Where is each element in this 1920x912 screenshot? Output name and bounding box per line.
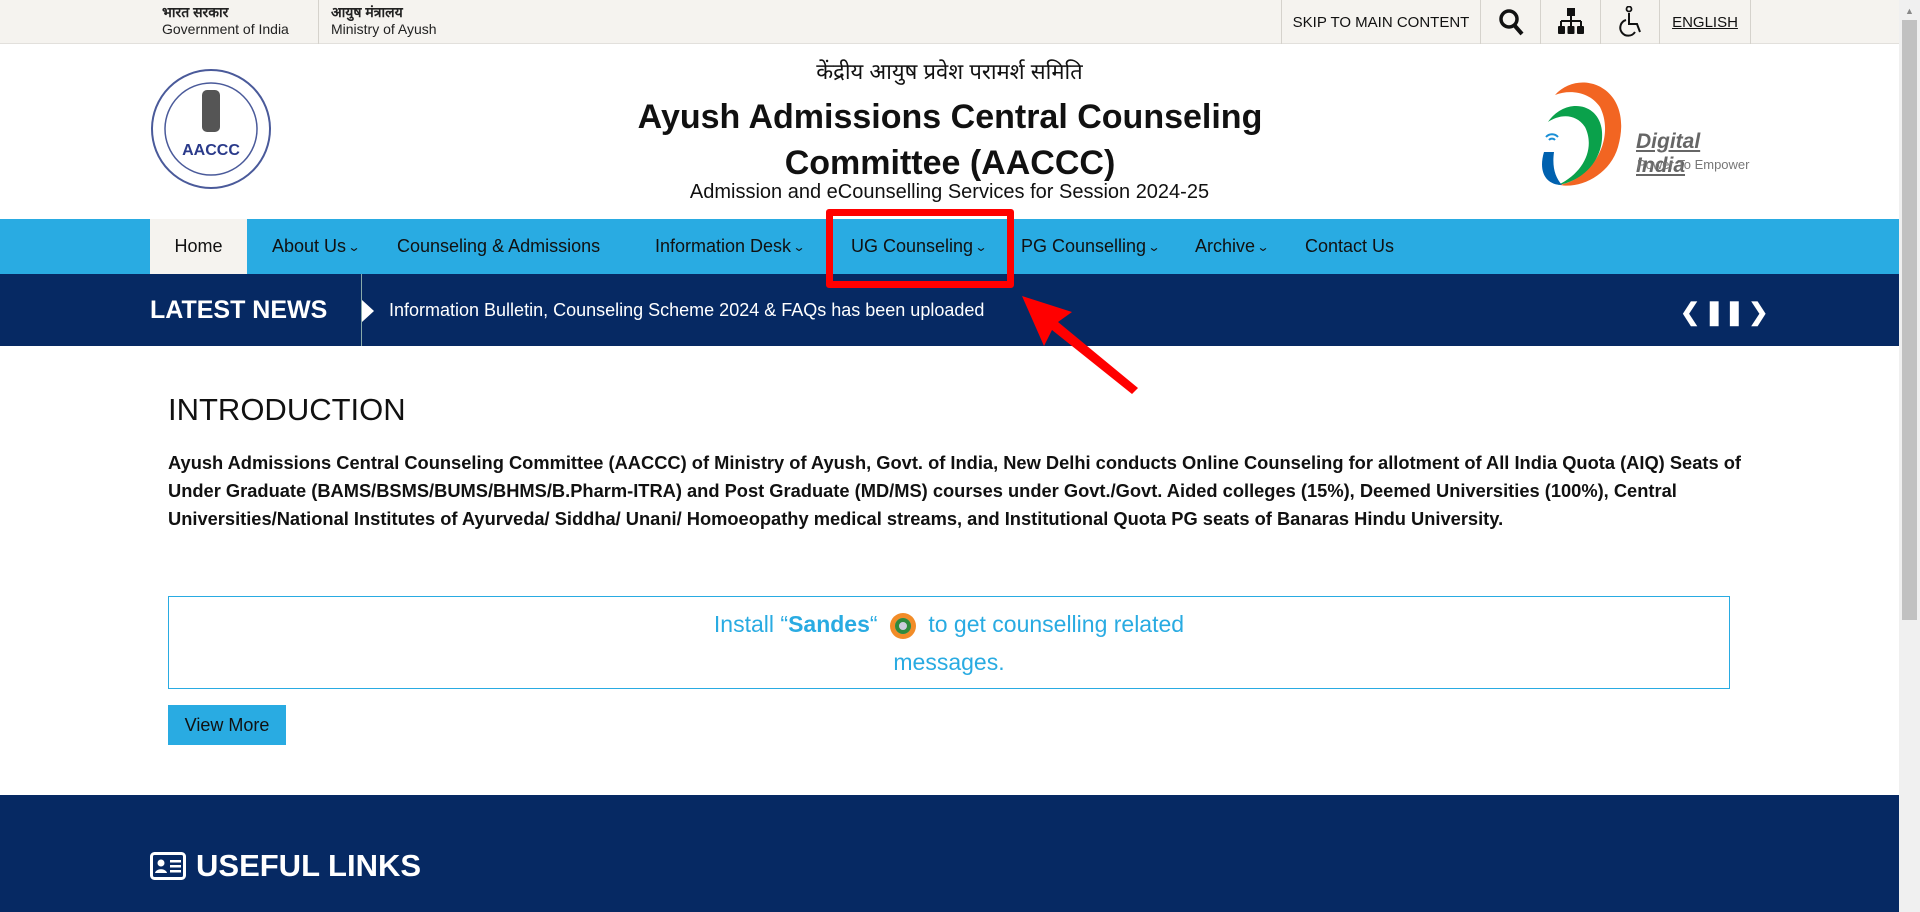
useful-links-heading: USEFUL LINKS: [150, 848, 421, 884]
pause-icon[interactable]: ❚❚: [1704, 298, 1744, 327]
sandes-app-name: Sandes: [788, 611, 870, 637]
scrollbar[interactable]: ▲: [1899, 0, 1920, 912]
nav-label: About Us: [272, 236, 347, 256]
scroll-up-icon[interactable]: ▲: [1905, 6, 1914, 16]
sandes-app-icon: [889, 612, 916, 639]
nav-label: Archive: [1195, 236, 1256, 256]
nav-archive[interactable]: Archive ⌄: [1195, 219, 1270, 274]
triangle-right-icon: [362, 300, 374, 322]
news-controls: ❮ ❚❚ ❯: [1680, 298, 1768, 327]
red-arrow-annotation: [1022, 296, 1138, 394]
search-icon[interactable]: [1481, 0, 1541, 44]
site-title: Ayush Admissions Central Counseling Comm…: [637, 98, 1263, 182]
sitemap-icon[interactable]: [1541, 0, 1601, 44]
ministry-hindi: आयुष मंत्रालय: [331, 4, 403, 20]
chevron-down-icon: ⌄: [792, 239, 806, 254]
site-header: AACCC केंद्रीय आयुष प्रवेश परामर्श समिति…: [0, 44, 1899, 219]
nav-label: Counseling & Admissions: [397, 236, 601, 256]
useful-links-label: USEFUL LINKS: [196, 848, 422, 883]
divider: [1750, 0, 1751, 44]
chevron-down-icon: ⌄: [347, 239, 361, 254]
nav-label: PG Counselling: [1021, 236, 1147, 256]
chevron-right-icon[interactable]: ❯: [1748, 298, 1768, 327]
sandes-message: to get counselling related messages.: [893, 611, 1185, 675]
nav-label: Home: [174, 236, 223, 256]
chevron-down-icon: ⌄: [1256, 239, 1270, 254]
skip-to-main-content-link[interactable]: SKIP TO MAIN CONTENT: [1282, 0, 1480, 44]
sandes-prefix: Install “: [713, 611, 789, 637]
digital-india-tagline: Power To Empower: [1637, 157, 1750, 172]
nav-counseling-admissions[interactable]: Counseling & Admissions: [397, 219, 600, 274]
intro-heading: INTRODUCTION: [168, 392, 406, 427]
chevron-down-icon: ⌄: [1147, 239, 1161, 254]
view-more-button[interactable]: View More: [168, 705, 286, 745]
language-english-link[interactable]: ENGLISH: [1660, 0, 1750, 44]
gov-english: Government of India: [162, 21, 289, 37]
id-card-icon: [150, 852, 186, 880]
sandes-suffix: “: [869, 611, 878, 637]
intro-text: Ayush Admissions Central Counseling Comm…: [168, 452, 1741, 529]
highlight-box: [826, 209, 1014, 288]
nav-home[interactable]: Home: [150, 219, 247, 274]
nav-label: Contact Us: [1305, 236, 1395, 256]
footer-useful-links: USEFUL LINKS: [0, 795, 1899, 912]
nav-pg-counselling[interactable]: PG Counselling ⌄: [1021, 219, 1161, 274]
ministry-of-ayush[interactable]: आयुष मंत्रालय Ministry of Ayush: [331, 4, 437, 38]
chevron-left-icon[interactable]: ❮: [1680, 298, 1700, 327]
nav-contact-us[interactable]: Contact Us: [1305, 219, 1394, 274]
nav-label: Information Desk: [655, 236, 792, 256]
divider: [318, 0, 319, 44]
nav-information-desk[interactable]: Information Desk ⌄: [655, 219, 806, 274]
government-of-india[interactable]: भारत सरकार Government of India: [162, 4, 289, 38]
top-bar: भारत सरकार Government of India आयुष मंत्…: [0, 0, 1899, 44]
sandes-banner: Install “Sandes“ to get counselling rela…: [168, 596, 1730, 689]
gov-hindi: भारत सरकार: [162, 4, 229, 20]
svg-text:AACCC: AACCC: [182, 142, 240, 159]
accessibility-icon[interactable]: [1601, 0, 1659, 44]
digital-india-logo[interactable]: Digital India Power To Empower: [1540, 77, 1750, 192]
scrollbar-thumb[interactable]: [1902, 20, 1917, 620]
ministry-english: Ministry of Ayush: [331, 21, 437, 37]
aaccc-logo[interactable]: AACCC: [150, 68, 272, 190]
nav-about-us[interactable]: About Us ⌄: [272, 219, 361, 274]
latest-news-title: LATEST NEWS: [150, 295, 328, 324]
